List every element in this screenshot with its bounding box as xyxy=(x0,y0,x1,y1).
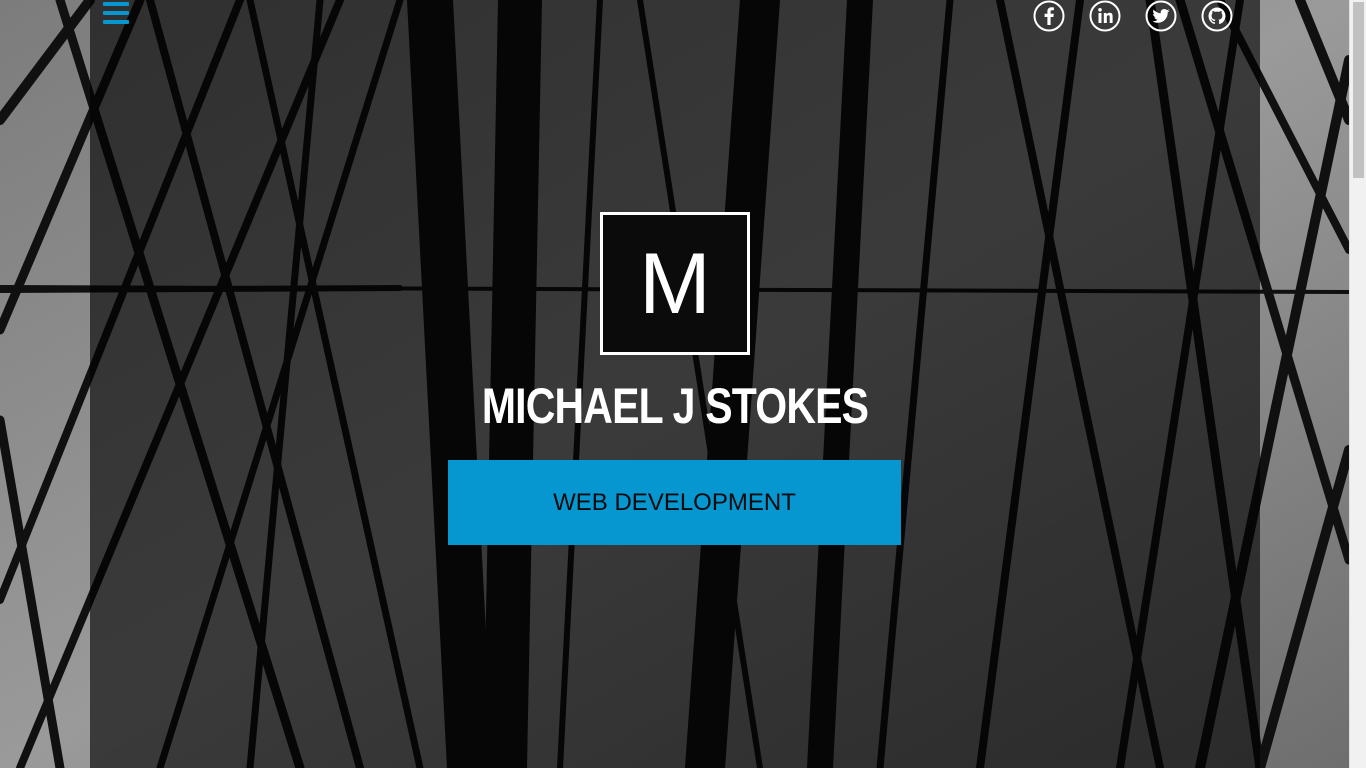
site-logo: M xyxy=(600,212,750,355)
menu-bar xyxy=(103,2,129,6)
web-development-button[interactable]: WEB DEVELOPMENT xyxy=(448,460,901,545)
vertical-scrollbar[interactable] xyxy=(1349,0,1366,768)
linkedin-icon[interactable] xyxy=(1089,0,1121,32)
twitter-icon[interactable] xyxy=(1145,0,1177,32)
page-viewport: M MICHAEL J STOKES WEB DEVELOPMENT xyxy=(0,0,1349,768)
web-development-button-label: WEB DEVELOPMENT xyxy=(553,488,796,516)
github-icon[interactable] xyxy=(1201,0,1233,32)
scrollbar-thumb[interactable] xyxy=(1353,2,1364,178)
facebook-icon[interactable] xyxy=(1033,0,1065,32)
menu-bar xyxy=(103,11,129,15)
menu-bar xyxy=(103,20,129,24)
social-links xyxy=(1033,0,1233,32)
site-title: MICHAEL J STOKES xyxy=(481,378,869,434)
hamburger-menu-icon[interactable] xyxy=(103,2,129,26)
logo-letter: M xyxy=(639,235,711,332)
